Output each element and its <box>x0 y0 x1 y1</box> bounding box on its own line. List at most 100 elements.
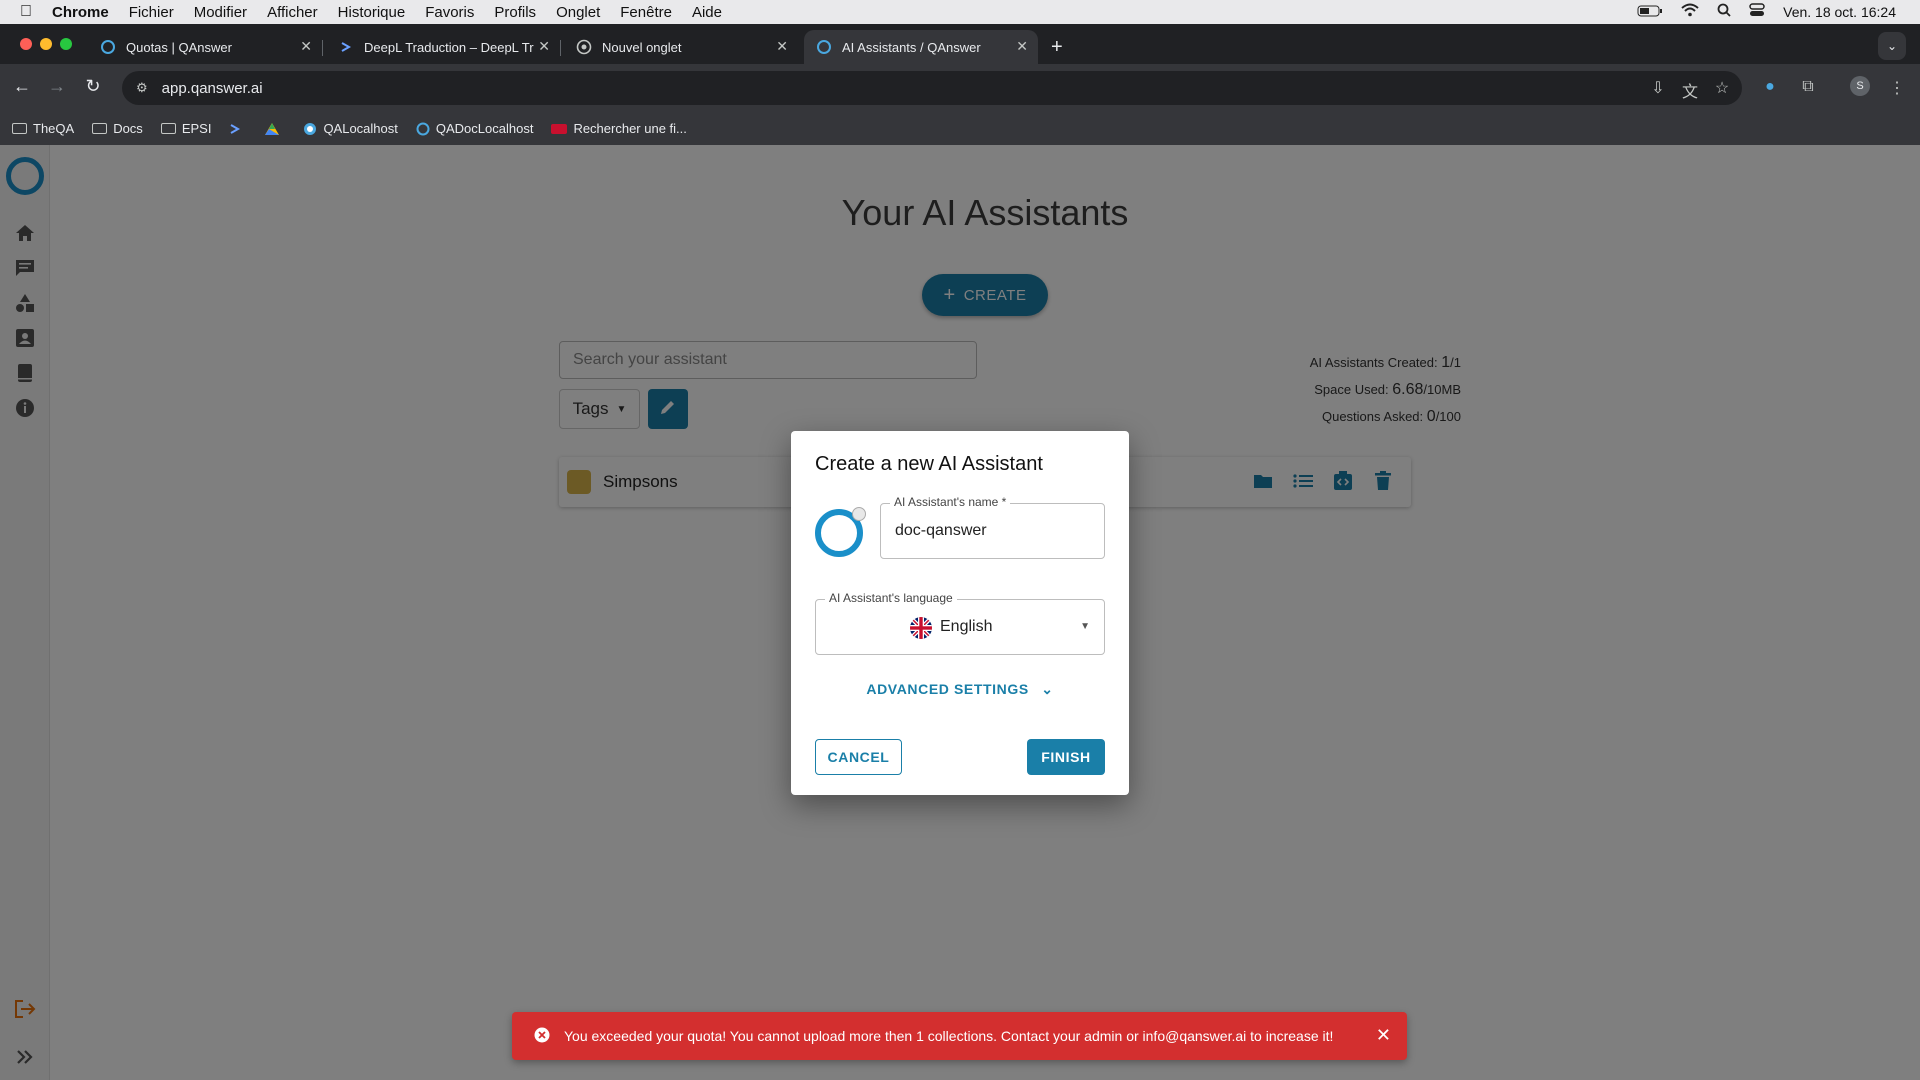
bookmark-label: TheQA <box>33 121 75 136</box>
tab-separator <box>560 40 561 56</box>
address-bar[interactable]: ⚙ app.qanswer.ai <box>122 71 1742 105</box>
close-tab-icon[interactable]: ✕ <box>1016 38 1028 55</box>
menubar-status-area: Ven. 18 oct. 16:24 <box>1637 0 1920 24</box>
tab-strip: Quotas | QAnswer ✕ DeepL Traduction – De… <box>0 24 1920 64</box>
upload-image-icon[interactable] <box>852 507 866 521</box>
bookmark-rechercher[interactable]: Rechercher une fi... <box>551 121 687 136</box>
tab-deepl[interactable]: DeepL Traduction – DeepL Tr ✕ <box>326 30 561 64</box>
finish-button[interactable]: FINISH <box>1027 739 1105 775</box>
close-tab-icon[interactable]: ✕ <box>300 38 312 55</box>
chevron-down-icon: ⌄ <box>1041 681 1054 697</box>
new-tab-plus-icon[interactable]: + <box>1051 36 1063 59</box>
bookmark-label: EPSI <box>181 121 212 136</box>
assistant-name-field[interactable]: AI Assistant's name * doc-qanswer <box>880 495 1105 559</box>
apple-icon[interactable]:  <box>0 3 52 21</box>
folder-icon <box>160 123 176 134</box>
deepl-favicon-icon <box>338 39 354 55</box>
battery-icon[interactable] <box>1637 4 1663 21</box>
tab-search-chevron-icon[interactable]: ⌄ <box>1878 32 1906 60</box>
bookmark-docs[interactable]: Docs <box>92 121 143 136</box>
bookmark-label: QALocalhost <box>323 121 398 136</box>
menu-fichier[interactable]: Fichier <box>129 4 174 21</box>
qanswer-favicon-icon <box>416 122 430 136</box>
forward-arrow-icon[interactable]: → <box>45 76 69 97</box>
toast-message: You exceeded your quota! You cannot uplo… <box>564 1028 1334 1044</box>
advanced-settings-label: ADVANCED SETTINGS <box>866 681 1029 697</box>
control-center-icon[interactable] <box>1749 3 1765 21</box>
menu-app-chrome[interactable]: Chrome <box>52 4 109 21</box>
menu-profils[interactable]: Profils <box>494 4 536 21</box>
macos-menubar:  Chrome Fichier Modifier Afficher Histo… <box>0 0 1920 24</box>
assistant-name-input[interactable]: doc-qanswer <box>895 522 987 540</box>
uk-flag-icon <box>910 617 932 644</box>
qanswer-favicon-icon <box>816 39 832 55</box>
menubar-datetime[interactable]: Ven. 18 oct. 16:24 <box>1783 4 1896 20</box>
close-toast-icon[interactable]: ✕ <box>1376 1025 1391 1046</box>
bookmark-epsi[interactable]: EPSI <box>160 121 212 136</box>
cancel-button[interactable]: CANCEL <box>815 739 902 775</box>
close-window-button[interactable] <box>20 38 32 50</box>
dialog-title: Create a new AI Assistant <box>815 453 1043 475</box>
browser-toolbar: ← → ↻ ⚙ app.qanswer.ai ⇩ 文 ☆ ● ⧉ S ⋮ <box>0 64 1920 112</box>
window-controls <box>20 38 72 50</box>
qanswer-favicon-icon <box>303 122 317 136</box>
bookmark-qalocalhost[interactable]: QALocalhost <box>303 121 398 136</box>
folder-icon <box>92 123 108 134</box>
tab-nouvel-onglet[interactable]: Nouvel onglet ✕ <box>564 30 798 64</box>
field-label: AI Assistant's name * <box>890 495 1011 509</box>
error-circle-icon <box>534 1027 550 1046</box>
bookmark-star-icon[interactable]: ☆ <box>1711 78 1733 98</box>
bookmark-label: Docs <box>113 121 143 136</box>
close-tab-icon[interactable]: ✕ <box>538 38 550 55</box>
chrome-favicon-icon <box>576 39 592 55</box>
extensions-puzzle-icon[interactable]: ⧉ <box>1797 78 1819 96</box>
advanced-settings-toggle[interactable]: ADVANCED SETTINGS ⌄ <box>791 681 1129 698</box>
tab-title: DeepL Traduction – DeepL Tr <box>364 39 534 55</box>
menu-fenetre[interactable]: Fenêtre <box>620 4 672 21</box>
menu-onglet[interactable]: Onglet <box>556 4 600 21</box>
wifi-icon[interactable] <box>1681 3 1699 21</box>
tab-quotas[interactable]: Quotas | QAnswer ✕ <box>88 30 323 64</box>
tab-title: Nouvel onglet <box>602 39 682 55</box>
zoom-window-button[interactable] <box>60 38 72 50</box>
bookmark-google-drive[interactable] <box>265 122 285 135</box>
google-drive-icon <box>265 122 280 135</box>
chrome-menu-icon[interactable]: ⋮ <box>1886 78 1908 98</box>
bookmark-theqa[interactable]: TheQA <box>12 121 74 136</box>
language-value: English <box>940 618 993 635</box>
minimize-window-button[interactable] <box>40 38 52 50</box>
bookmark-qadoclocalhost[interactable]: QADocLocalhost <box>416 121 534 136</box>
field-label: AI Assistant's language <box>825 591 957 605</box>
tab-separator <box>322 40 323 56</box>
folder-icon <box>12 123 27 134</box>
tab-title: AI Assistants / QAnswer <box>842 39 981 55</box>
bookmark-label: Rechercher une fi... <box>573 121 687 136</box>
menu-historique[interactable]: Historique <box>338 4 406 21</box>
install-app-icon[interactable]: ⇩ <box>1647 78 1669 98</box>
translate-icon[interactable]: 文 <box>1679 78 1701 102</box>
bookmark-deepl[interactable] <box>229 123 247 135</box>
qanswer-favicon-icon <box>100 39 116 55</box>
menu-afficher[interactable]: Afficher <box>267 4 318 21</box>
menu-modifier[interactable]: Modifier <box>194 4 247 21</box>
assistant-language-select[interactable]: AI Assistant's language English ▼ <box>815 591 1105 655</box>
profile-avatar[interactable]: S <box>1850 76 1870 96</box>
spotlight-search-icon[interactable] <box>1717 3 1731 21</box>
tab-ai-assistants[interactable]: AI Assistants / QAnswer ✕ <box>804 30 1038 64</box>
extension-dot-icon[interactable]: ● <box>1759 78 1781 96</box>
menu-favoris[interactable]: Favoris <box>425 4 474 21</box>
quota-error-toast: You exceeded your quota! You cannot uplo… <box>512 1012 1407 1060</box>
back-arrow-icon[interactable]: ← <box>10 76 34 97</box>
create-assistant-dialog: Create a new AI Assistant AI Assistant's… <box>791 431 1129 795</box>
deepl-favicon-icon <box>229 123 241 135</box>
menu-aide[interactable]: Aide <box>692 4 722 21</box>
url-text[interactable]: app.qanswer.ai <box>162 80 263 97</box>
close-tab-icon[interactable]: ✕ <box>776 38 788 55</box>
bookmarks-bar: TheQA Docs EPSI QALocalhost QADocLocalho… <box>0 112 1920 145</box>
tab-title: Quotas | QAnswer <box>126 39 232 55</box>
sncf-favicon-icon <box>551 123 568 134</box>
site-settings-icon[interactable]: ⚙ <box>136 80 148 96</box>
reload-icon[interactable]: ↻ <box>81 76 105 97</box>
bookmark-label: QADocLocalhost <box>435 121 534 136</box>
caret-down-icon: ▼ <box>1080 621 1090 632</box>
